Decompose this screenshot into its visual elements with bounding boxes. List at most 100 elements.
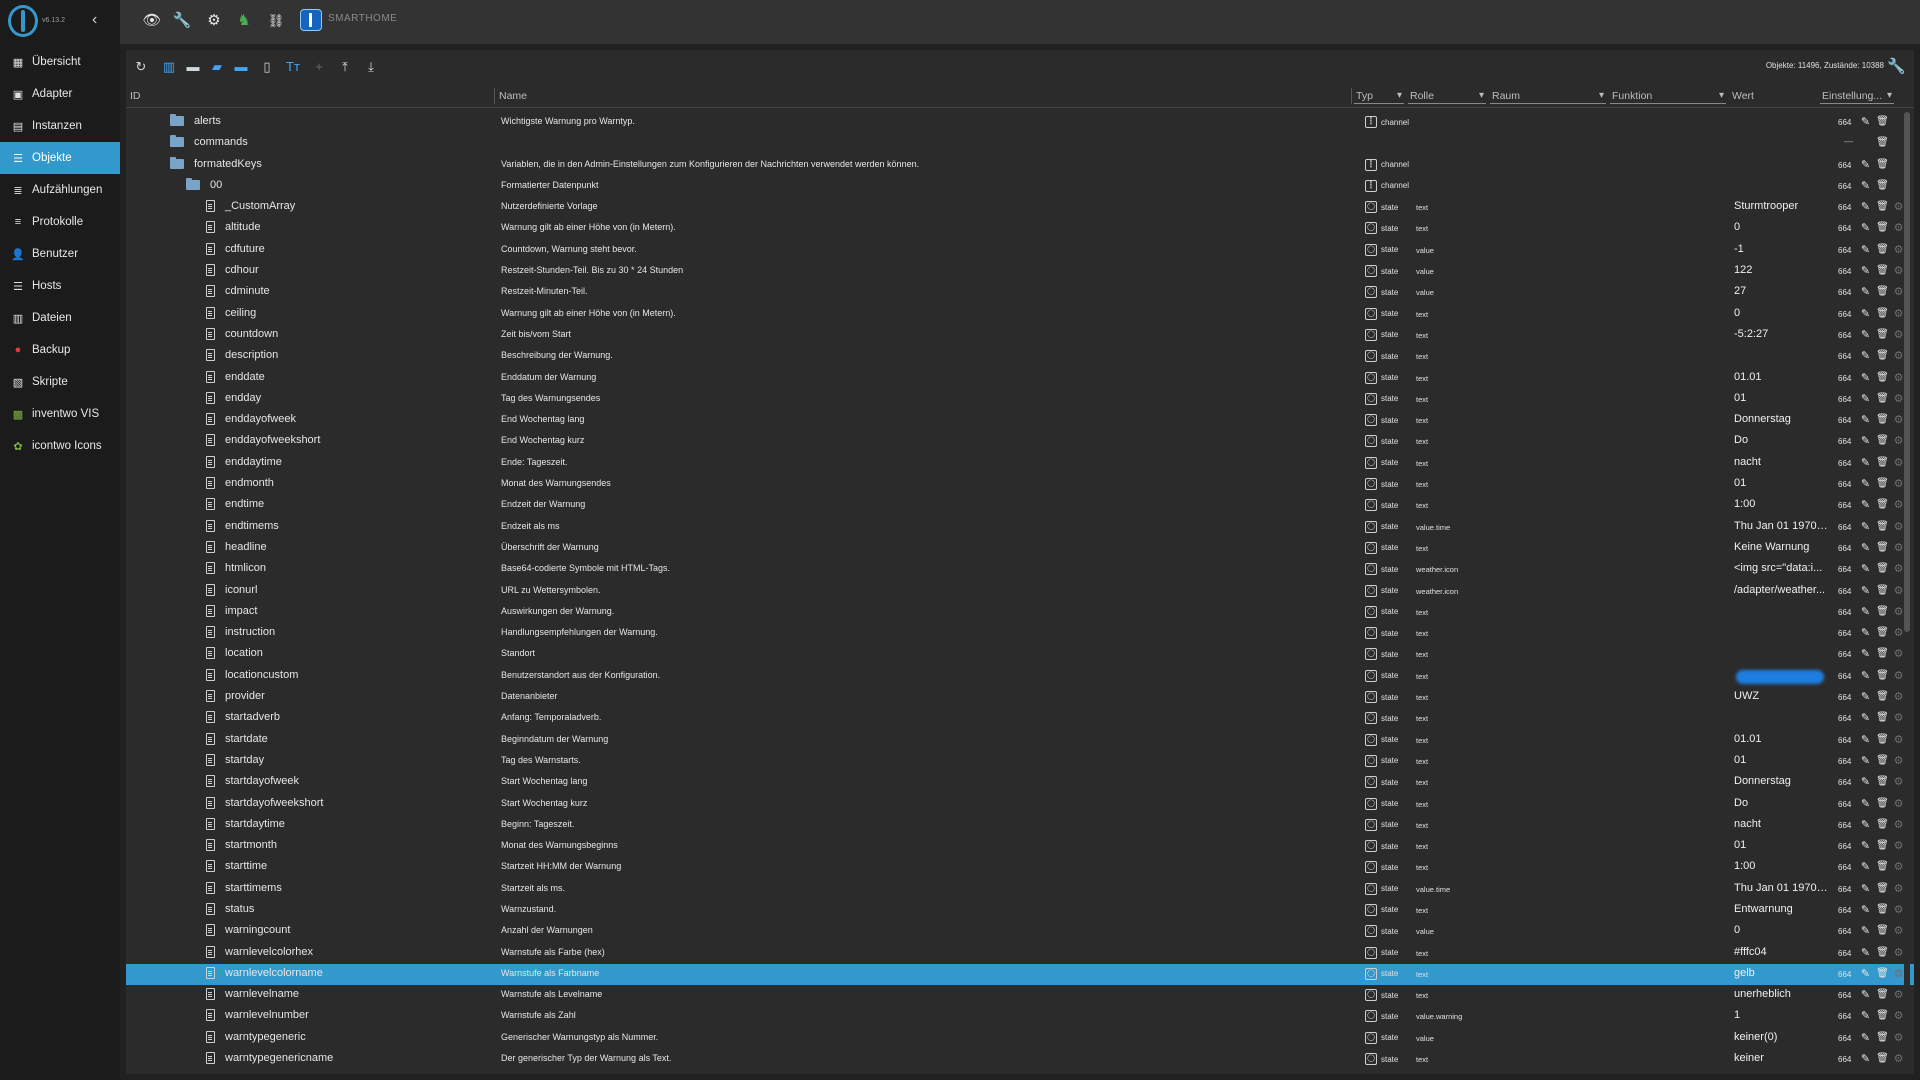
edit-icon[interactable]: ✎: [1859, 818, 1872, 832]
edit-icon[interactable]: ✎: [1859, 349, 1872, 363]
object-name[interactable]: Tag des Warnstarts.: [501, 755, 581, 765]
file-icon[interactable]: [206, 1009, 215, 1022]
running-man-icon[interactable]: ♞: [234, 11, 254, 31]
edit-icon[interactable]: ✎: [1859, 498, 1872, 512]
delete-icon[interactable]: 🗑: [1876, 456, 1889, 470]
col-name[interactable]: Name: [497, 88, 527, 104]
col-separator[interactable]: [494, 88, 495, 104]
file-icon[interactable]: [206, 477, 215, 490]
delete-icon[interactable]: 🗑: [1876, 754, 1889, 768]
table-row[interactable]: headline Überschrift der Warnung ◯ state tex…: [126, 538, 1914, 559]
file-icon[interactable]: [206, 711, 215, 724]
object-name[interactable]: Start Wochentag lang: [501, 776, 587, 786]
delete-icon[interactable]: 🗑: [1876, 221, 1889, 235]
object-id-cell[interactable]: locationcustom: [206, 668, 298, 681]
folder-icon[interactable]: [170, 114, 184, 126]
object-value[interactable]: #fffc04: [1734, 946, 1829, 958]
object-value[interactable]: Keine Warnung: [1734, 541, 1829, 553]
object-id-cell[interactable]: alerts: [170, 114, 221, 127]
download-icon[interactable]: ⤓: [362, 58, 380, 76]
object-name[interactable]: Startzeit HH:MM der Warnung: [501, 861, 621, 871]
file-icon[interactable]: [206, 1030, 215, 1043]
sidebar-item-aufzählungen[interactable]: ≣ Aufzählungen: [0, 174, 120, 206]
object-id-cell[interactable]: countdown: [206, 327, 278, 340]
object-name[interactable]: Countdown, Warnung steht bevor.: [501, 244, 637, 254]
edit-icon[interactable]: ✎: [1859, 690, 1872, 704]
object-name[interactable]: Benutzerstandort aus der Konfiguration.: [501, 670, 660, 680]
edit-icon[interactable]: ✎: [1859, 839, 1872, 853]
object-id-cell[interactable]: starttime: [206, 860, 267, 873]
delete-icon[interactable]: 🗑: [1876, 200, 1889, 214]
table-row[interactable]: warnlevelcolorhex Warnstufe als Farbe (he…: [126, 943, 1914, 964]
object-name[interactable]: Endzeit der Warnung: [501, 499, 585, 509]
object-name[interactable]: Beginn: Tageszeit.: [501, 819, 574, 829]
delete-icon[interactable]: 🗑: [1876, 797, 1889, 811]
edit-icon[interactable]: ✎: [1859, 924, 1872, 938]
object-value[interactable]: keiner(0): [1734, 1031, 1829, 1043]
object-id-cell[interactable]: warningcount: [206, 924, 290, 937]
gear-icon[interactable]: ⚙: [204, 11, 224, 31]
table-row[interactable]: iconurl URL zu Wettersymbolen. ◯ state weath…: [126, 581, 1914, 602]
file-icon[interactable]: [206, 221, 215, 234]
folder-closed-icon[interactable]: ▬: [232, 58, 250, 76]
sidebar-item-backup[interactable]: ● Backup: [0, 334, 120, 366]
object-id-cell[interactable]: startdayofweek: [206, 775, 299, 788]
object-name[interactable]: Beginndatum der Warnung: [501, 734, 608, 744]
object-id-cell[interactable]: location: [206, 647, 263, 660]
table-row[interactable]: htmlicon Base64-codierte Symbole mit HTML…: [126, 559, 1914, 580]
edit-icon[interactable]: ✎: [1859, 371, 1872, 385]
object-id-cell[interactable]: endtime: [206, 498, 264, 511]
object-name[interactable]: Enddatum der Warnung: [501, 372, 596, 382]
object-name[interactable]: Auswirkungen der Warnung.: [501, 606, 614, 616]
delete-icon[interactable]: 🗑: [1876, 988, 1889, 1002]
file-icon[interactable]: [206, 413, 215, 426]
refresh-icon[interactable]: ↻: [132, 58, 150, 76]
object-name[interactable]: Anfang: Temporaladverb.: [501, 712, 601, 722]
file-icon[interactable]: [206, 285, 215, 298]
object-id-cell[interactable]: instruction: [206, 626, 275, 639]
file-icon[interactable]: [206, 306, 215, 319]
file-icon[interactable]: [206, 732, 215, 745]
delete-icon[interactable]: 🗑: [1876, 626, 1889, 640]
object-id-cell[interactable]: commands: [170, 135, 248, 148]
delete-icon[interactable]: 🗑: [1876, 264, 1889, 278]
object-value[interactable]: Thu Jan 01 1970 0...: [1734, 882, 1829, 894]
edit-icon[interactable]: ✎: [1859, 1031, 1872, 1045]
edit-icon[interactable]: ✎: [1859, 669, 1872, 683]
object-value[interactable]: nacht: [1734, 818, 1829, 830]
file-icon[interactable]: [206, 817, 215, 830]
delete-icon[interactable]: 🗑: [1876, 711, 1889, 725]
table-row[interactable]: startdate Beginndatum der Warnung ◯ state te…: [126, 730, 1914, 751]
object-id-cell[interactable]: startmonth: [206, 839, 277, 852]
delete-icon[interactable]: 🗑: [1876, 818, 1889, 832]
table-row[interactable]: description Beschreibung der Warnung. ◯ sta…: [126, 346, 1914, 367]
file-icon[interactable]: [206, 604, 215, 617]
object-id-cell[interactable]: enddate: [206, 370, 265, 383]
object-name[interactable]: Start Wochentag kurz: [501, 798, 587, 808]
object-value[interactable]: 27: [1734, 285, 1829, 297]
object-value[interactable]: Do: [1734, 797, 1829, 809]
chevron-left-icon[interactable]: ‹: [92, 11, 97, 29]
object-id-cell[interactable]: htmlicon: [206, 562, 266, 575]
object-id-cell[interactable]: endday: [206, 391, 261, 404]
table-row[interactable]: impact Auswirkungen der Warnung. ◯ state tex…: [126, 602, 1914, 623]
object-name[interactable]: End Wochentag lang: [501, 414, 584, 424]
delete-icon[interactable]: 🗑: [1876, 179, 1889, 193]
object-value[interactable]: -5:2:27: [1734, 328, 1829, 340]
delete-icon[interactable]: 🗑: [1876, 285, 1889, 299]
file-icon[interactable]: [206, 966, 215, 979]
sidebar-item-skripte[interactable]: ▧ Skripte: [0, 366, 120, 398]
object-value[interactable]: 0: [1734, 307, 1829, 319]
edit-icon[interactable]: ✎: [1859, 264, 1872, 278]
table-row[interactable]: formatedKeys Variablen, die in den Admin-…: [126, 155, 1914, 176]
object-name[interactable]: Warnstufe als Farbname: [501, 968, 599, 978]
object-id-cell[interactable]: _CustomArray: [206, 200, 295, 213]
object-id-cell[interactable]: enddaytime: [206, 455, 282, 468]
object-value[interactable]: 0: [1734, 221, 1829, 233]
object-name[interactable]: Warnstufe als Zahl: [501, 1010, 576, 1020]
delete-icon[interactable]: 🗑: [1876, 1009, 1889, 1023]
object-value[interactable]: UWZ: [1734, 690, 1829, 702]
table-row[interactable]: 00 Formatierter Datenpunkt ┇ channel 664 ✎ 🗑: [126, 176, 1914, 197]
object-id-cell[interactable]: 00: [186, 177, 222, 191]
table-row[interactable]: altitude Warnung gilt ab einer Höhe von (…: [126, 218, 1914, 239]
